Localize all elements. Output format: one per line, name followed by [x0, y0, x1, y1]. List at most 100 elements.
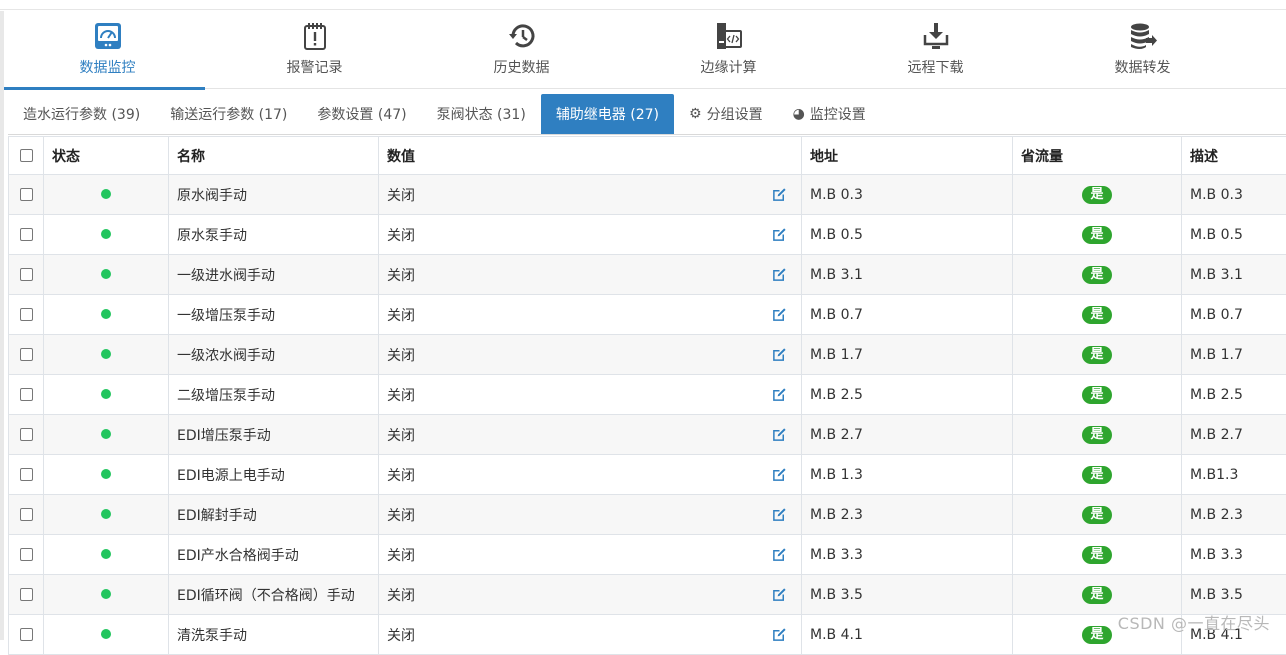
row-checkbox[interactable]: [20, 588, 33, 601]
header-description[interactable]: 描述: [1182, 137, 1286, 175]
save-flow-cell: 是: [1013, 375, 1182, 415]
name-cell: 原水阀手动: [169, 175, 379, 215]
tab-label: 辅助继电器 (27): [556, 104, 659, 124]
table-row[interactable]: EDI解封手动关闭M.B 2.3是M.B 2.3: [9, 495, 1286, 535]
address-cell: M.B 0.5: [802, 215, 1013, 255]
edit-icon[interactable]: [772, 387, 787, 402]
value-text: 关闭: [387, 188, 415, 204]
nav-data-forwarding[interactable]: 数据转发: [1039, 11, 1246, 89]
nav-remote-download[interactable]: 远程下载: [832, 11, 1039, 89]
description-cell: M.B 2.5: [1182, 375, 1286, 415]
tab-pump-valve-status[interactable]: 泵阀状态 (31): [422, 94, 541, 134]
edit-icon[interactable]: [772, 587, 787, 602]
status-dot: [101, 629, 111, 639]
edit-icon[interactable]: [772, 267, 787, 282]
address-cell: M.B 4.1: [802, 615, 1013, 655]
row-select-cell: [9, 375, 44, 415]
header-address[interactable]: 地址: [802, 137, 1013, 175]
table-row[interactable]: 原水泵手动关闭M.B 0.5是M.B 0.5: [9, 215, 1286, 255]
value-cell: 关闭: [379, 415, 802, 455]
status-dot: [101, 189, 111, 199]
value-cell: 关闭: [379, 255, 802, 295]
value-cell: 关闭: [379, 495, 802, 535]
nav-label: 边缘计算: [701, 57, 757, 77]
table-row[interactable]: EDI增压泵手动关闭M.B 2.7是M.B 2.7: [9, 415, 1286, 455]
select-all-checkbox[interactable]: [20, 149, 33, 162]
table-row[interactable]: EDI电源上电手动关闭M.B 1.3是M.B1.3: [9, 455, 1286, 495]
save-flow-cell: 是: [1013, 495, 1182, 535]
nav-data-monitor[interactable]: 数据监控: [4, 11, 211, 89]
table-row[interactable]: 原水阀手动关闭M.B 0.3是M.B 0.3: [9, 175, 1286, 215]
gear-icon: ⚙: [689, 106, 702, 122]
value-cell: 关闭: [379, 455, 802, 495]
edit-icon[interactable]: [772, 467, 787, 482]
table-row[interactable]: 一级进水阀手动关闭M.B 3.1是M.B 3.1: [9, 255, 1286, 295]
address-cell: M.B 3.3: [802, 535, 1013, 575]
status-dot: [101, 589, 111, 599]
tab-group-settings[interactable]: ⚙分组设置: [674, 94, 778, 134]
table-row[interactable]: EDI循环阀（不合格阀）手动关闭M.B 3.5是M.B 3.5: [9, 575, 1286, 615]
edit-icon[interactable]: [772, 227, 787, 242]
row-checkbox[interactable]: [20, 628, 33, 641]
header-save-flow[interactable]: 省流量: [1013, 137, 1182, 175]
status-cell: [44, 535, 169, 575]
value-text: 关闭: [387, 468, 415, 484]
table-row[interactable]: 一级浓水阀手动关闭M.B 1.7是M.B 1.7: [9, 335, 1286, 375]
save-flow-badge: 是: [1082, 226, 1111, 244]
edit-icon[interactable]: [772, 307, 787, 322]
status-dot: [101, 269, 111, 279]
address-cell: M.B 1.3: [802, 455, 1013, 495]
description-cell: M.B1.3: [1182, 455, 1286, 495]
status-dot: [101, 549, 111, 559]
row-checkbox[interactable]: [20, 388, 33, 401]
row-checkbox[interactable]: [20, 548, 33, 561]
header-value[interactable]: 数值: [379, 137, 802, 175]
value-cell: 关闭: [379, 615, 802, 655]
save-flow-badge: 是: [1082, 306, 1111, 324]
row-checkbox[interactable]: [20, 228, 33, 241]
nav-alarm-records[interactable]: 报警记录: [211, 11, 418, 89]
description-cell: M.B 3.5: [1182, 575, 1286, 615]
save-flow-badge: 是: [1082, 266, 1111, 284]
row-checkbox[interactable]: [20, 428, 33, 441]
table-row[interactable]: 二级增压泵手动关闭M.B 2.5是M.B 2.5: [9, 375, 1286, 415]
edit-icon[interactable]: [772, 187, 787, 202]
table-row[interactable]: 清洗泵手动关闭M.B 4.1是M.B 4.1: [9, 615, 1286, 655]
status-dot: [101, 509, 111, 519]
row-checkbox[interactable]: [20, 348, 33, 361]
edit-icon[interactable]: [772, 507, 787, 522]
row-checkbox[interactable]: [20, 308, 33, 321]
row-checkbox[interactable]: [20, 508, 33, 521]
tab-monitor-settings[interactable]: ◕监控设置: [778, 94, 881, 134]
tab-bar: 造水运行参数 (39) 输送运行参数 (17) 参数设置 (47) 泵阀状态 (…: [8, 94, 1286, 135]
value-cell: 关闭: [379, 335, 802, 375]
tab-auxiliary-relay[interactable]: 辅助继电器 (27): [541, 94, 674, 134]
value-cell: 关闭: [379, 175, 802, 215]
row-checkbox[interactable]: [20, 268, 33, 281]
row-select-cell: [9, 455, 44, 495]
header-status[interactable]: 状态: [44, 137, 169, 175]
row-select-cell: [9, 415, 44, 455]
edit-icon[interactable]: [772, 427, 787, 442]
edit-icon[interactable]: [772, 547, 787, 562]
nav-history-data[interactable]: 历史数据: [418, 11, 625, 89]
table-row[interactable]: 一级增压泵手动关闭M.B 0.7是M.B 0.7: [9, 295, 1286, 335]
row-checkbox[interactable]: [20, 188, 33, 201]
row-select-cell: [9, 335, 44, 375]
table-row[interactable]: EDI产水合格阀手动关闭M.B 3.3是M.B 3.3: [9, 535, 1286, 575]
tab-delivery-params[interactable]: 输送运行参数 (17): [155, 94, 302, 134]
description-cell: M.B 0.5: [1182, 215, 1286, 255]
nav-edge-computing[interactable]: 边缘计算: [625, 11, 832, 89]
row-checkbox[interactable]: [20, 468, 33, 481]
header-name[interactable]: 名称: [169, 137, 379, 175]
tab-parameter-settings[interactable]: 参数设置 (47): [302, 94, 421, 134]
name-cell: 清洗泵手动: [169, 615, 379, 655]
save-flow-cell: 是: [1013, 415, 1182, 455]
edit-icon[interactable]: [772, 347, 787, 362]
status-cell: [44, 295, 169, 335]
description-cell: M.B 2.7: [1182, 415, 1286, 455]
address-cell: M.B 2.5: [802, 375, 1013, 415]
tab-label: 参数设置 (47): [317, 104, 406, 124]
tab-water-production-params[interactable]: 造水运行参数 (39): [8, 94, 155, 134]
name-cell: 一级浓水阀手动: [169, 335, 379, 375]
